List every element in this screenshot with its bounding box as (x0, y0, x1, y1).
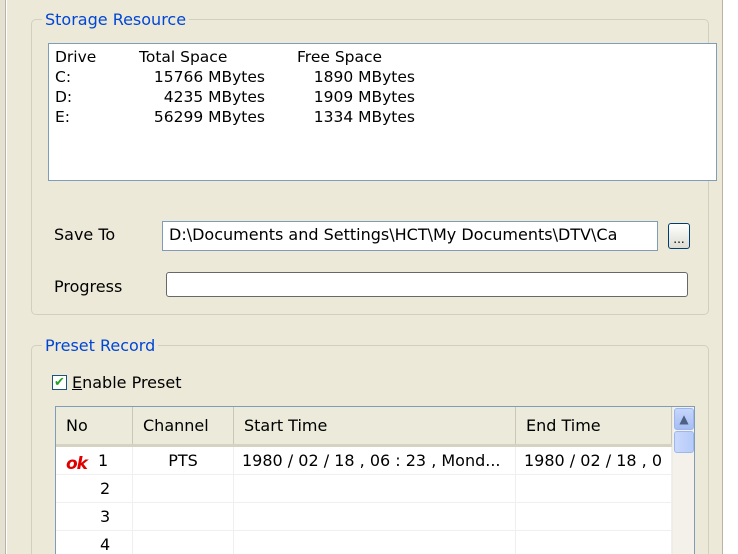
drive-list-box: Drive Total Space Free Space C: 15766 MB… (48, 43, 717, 181)
row-start-time-cell (234, 503, 516, 531)
row-no-cell: 4 (56, 531, 133, 554)
save-to-path-input[interactable]: D:\Documents and Settings\HCT\My Documen… (162, 221, 658, 251)
row-channel-cell: PTS (133, 447, 234, 475)
table-row[interactable]: 2 (56, 475, 672, 503)
drive-row-e: E: 56299 MBytes 1334 MBytes (55, 108, 695, 128)
browse-button[interactable]: ... (668, 223, 690, 249)
left-window-edge (0, 0, 6, 554)
free-space-header: Free Space (297, 48, 383, 66)
row-no-cell: ok 1 (56, 447, 133, 475)
row-start-time-cell (234, 475, 516, 503)
column-header-no[interactable]: No (56, 407, 133, 444)
row-channel-cell (133, 475, 234, 503)
row-end-time-cell (516, 475, 672, 503)
row-end-time-cell: 1980 / 02 / 18 , 0 (516, 447, 672, 475)
storage-resource-group: Storage Resource Drive Total Space Free … (31, 10, 717, 315)
row-channel-cell (133, 531, 234, 554)
row-end-time-cell (516, 531, 672, 554)
storage-resource-legend: Storage Resource (45, 10, 187, 29)
column-header-start-time[interactable]: Start Time (234, 407, 516, 444)
drive-letter: C: (55, 68, 72, 86)
enable-preset-checkbox[interactable]: ✔ (52, 374, 67, 390)
drive-row-d: D: 4235 MBytes 1909 MBytes (55, 88, 695, 108)
drive-free-space: 1890 MBytes (313, 68, 415, 86)
ok-status-icon: ok (66, 454, 88, 474)
row-number: 3 (100, 507, 111, 526)
enable-preset-checkbox-row[interactable]: ✔ Enable Preset (52, 372, 181, 392)
right-window-edge (722, 0, 738, 554)
row-end-time-cell (516, 503, 672, 531)
window: Storage Resource Drive Total Space Free … (0, 0, 738, 554)
checkmark-icon: ✔ (54, 374, 65, 390)
browse-ellipsis: ... (673, 232, 685, 246)
drive-row-c: C: 15766 MBytes 1890 MBytes (55, 68, 695, 88)
save-to-label: Save To (54, 225, 116, 244)
scrollbar-thumb[interactable] (674, 431, 694, 453)
progress-bar (166, 272, 688, 297)
drive-letter: D: (55, 88, 73, 106)
preset-record-list[interactable]: No Channel Start Time End Time ok 1 PTS … (55, 406, 695, 554)
total-space-header: Total Space (139, 48, 228, 66)
table-row[interactable]: 3 (56, 503, 672, 531)
vertical-scrollbar[interactable]: ▲ (672, 407, 694, 554)
table-row[interactable]: 4 (56, 531, 672, 554)
scroll-up-arrow-icon[interactable]: ▲ (674, 408, 694, 430)
row-no-cell: 2 (56, 475, 133, 503)
enable-preset-label: Enable Preset (72, 372, 182, 392)
column-header-end-time[interactable]: End Time (516, 407, 672, 444)
drive-header-row: Drive Total Space Free Space (55, 48, 695, 68)
preset-record-legend: Preset Record (45, 336, 156, 355)
row-start-time-cell (234, 531, 516, 554)
drive-free-space: 1334 MBytes (313, 108, 415, 126)
row-start-time-cell: 1980 / 02 / 18 , 06 : 23 , Mond... (234, 447, 516, 475)
drive-header: Drive (55, 48, 97, 66)
progress-label: Progress (54, 277, 123, 296)
preset-list-header: No Channel Start Time End Time (56, 407, 672, 447)
drive-letter: E: (55, 108, 71, 126)
row-number: 2 (100, 479, 111, 498)
row-number: 1 (98, 451, 109, 470)
drive-total-space: 4235 MBytes (163, 88, 265, 106)
drive-free-space: 1909 MBytes (313, 88, 415, 106)
row-number: 4 (100, 535, 111, 554)
drive-total-space: 15766 MBytes (153, 68, 265, 86)
row-no-cell: 3 (56, 503, 133, 531)
table-row[interactable]: ok 1 PTS 1980 / 02 / 18 , 06 : 23 , Mond… (56, 447, 672, 475)
row-channel-cell (133, 503, 234, 531)
drive-total-space: 56299 MBytes (153, 108, 265, 126)
dialog-panel: Storage Resource Drive Total Space Free … (7, 0, 722, 554)
column-header-channel[interactable]: Channel (133, 407, 234, 444)
